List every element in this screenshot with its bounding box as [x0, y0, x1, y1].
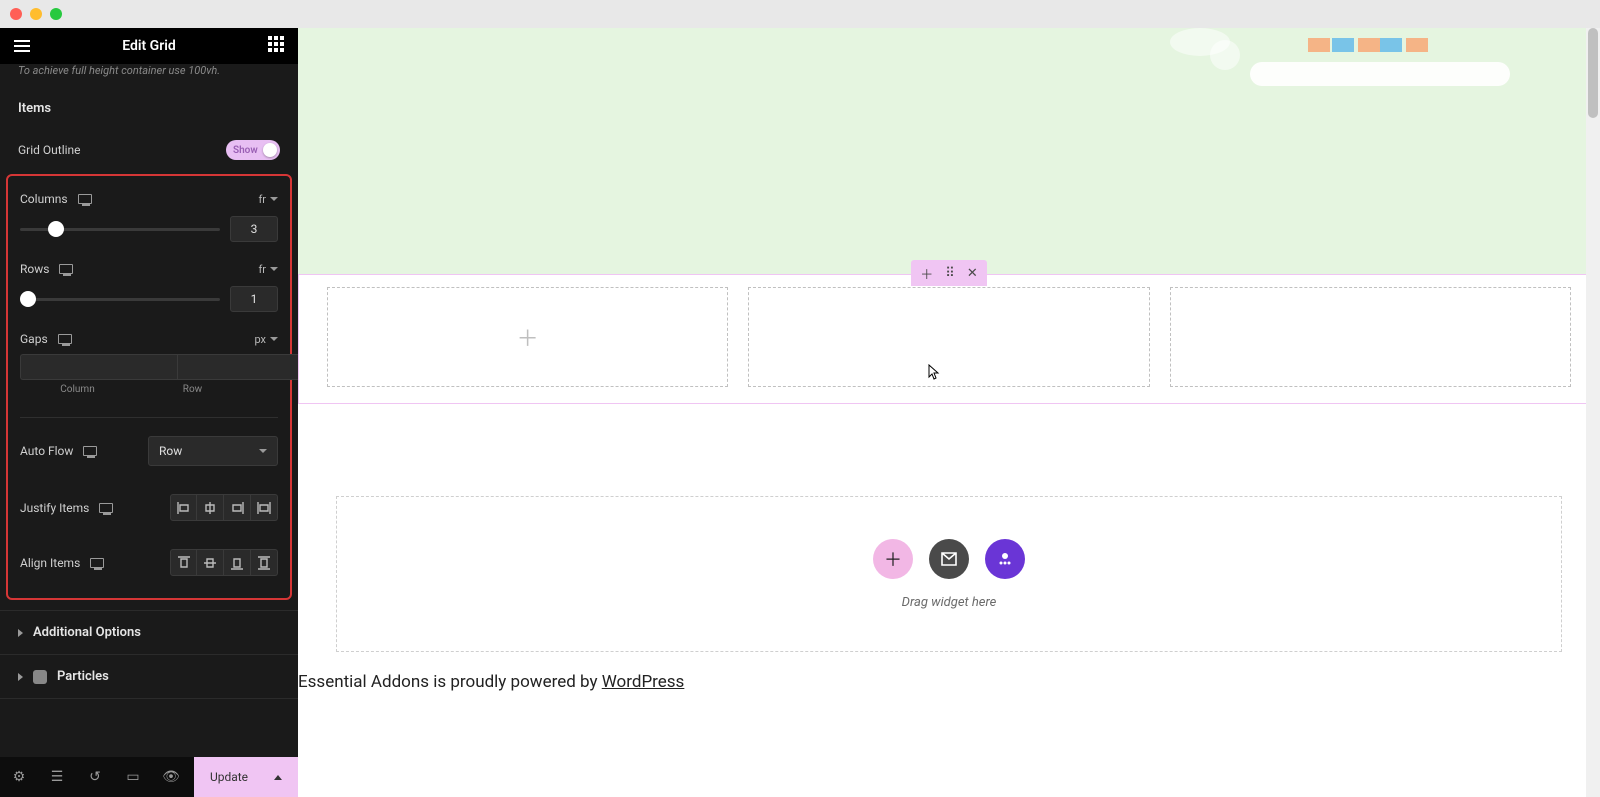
caret-right-icon — [18, 629, 23, 637]
window-max-dot[interactable] — [50, 8, 62, 20]
gap-col-sublabel: Column — [20, 384, 135, 395]
add-template-button[interactable] — [929, 539, 969, 579]
add-blocks-button[interactable] — [985, 539, 1025, 579]
justify-items-group — [170, 494, 278, 521]
drop-zone-text: Drag widget here — [902, 595, 997, 610]
history-icon[interactable]: ↺ — [76, 757, 114, 797]
scroll-thumb[interactable] — [1588, 28, 1598, 118]
height-hint: To achieve full height container use 100… — [0, 64, 298, 83]
accordion-additional-options[interactable]: Additional Options — [0, 610, 298, 654]
preview-icon[interactable]: 👁 — [152, 757, 190, 797]
device-icon[interactable] — [59, 264, 73, 274]
grid-cell[interactable] — [748, 287, 1149, 387]
panel-title: Edit Grid — [122, 38, 176, 54]
add-widget-icon[interactable]: ＋ — [517, 321, 539, 353]
chevron-up-icon — [274, 775, 282, 780]
gaps-unit-select[interactable]: px — [254, 333, 278, 346]
device-icon[interactable] — [78, 194, 92, 204]
columns-label: Columns — [20, 192, 68, 206]
autoflow-label: Auto Flow — [20, 444, 73, 458]
widgets-grid-icon[interactable] — [266, 36, 286, 56]
drop-zone[interactable]: ＋ Drag widget here — [336, 496, 1562, 652]
particles-icon — [33, 670, 47, 684]
device-icon[interactable] — [83, 446, 97, 456]
add-section-button[interactable]: ＋ — [873, 539, 913, 579]
editor-canvas: ＋ ⠿ ✕ ＋ ＋ Drag widget — [298, 28, 1600, 797]
caret-right-icon — [18, 673, 23, 681]
align-items-group — [170, 549, 278, 576]
device-icon[interactable] — [99, 503, 113, 513]
responsive-icon[interactable]: ▭ — [114, 757, 152, 797]
hero-illustration — [1190, 28, 1530, 108]
rows-slider[interactable] — [20, 298, 220, 301]
justify-label: Justify Items — [20, 501, 89, 515]
hero-section[interactable] — [298, 28, 1600, 274]
gap-row-input[interactable] — [177, 354, 298, 380]
justify-start-icon[interactable] — [170, 494, 197, 521]
rows-label: Rows — [20, 262, 49, 276]
grid-container[interactable]: ＋ ⠿ ✕ ＋ — [298, 274, 1600, 404]
grid-outline-toggle[interactable]: Show — [226, 140, 280, 160]
columns-input[interactable] — [230, 216, 278, 242]
device-icon[interactable] — [58, 334, 72, 344]
settings-icon[interactable]: ⚙ — [0, 757, 38, 797]
layout-controls-highlight: Columns fr Rows — [6, 174, 292, 600]
drag-section-icon[interactable]: ⠿ — [945, 266, 955, 281]
rows-input[interactable] — [230, 286, 278, 312]
delete-section-icon[interactable]: ✕ — [967, 266, 978, 281]
add-section-icon[interactable]: ＋ — [920, 264, 933, 283]
grid-outline-row: Grid Outline Show — [0, 130, 298, 170]
align-label: Align Items — [20, 556, 80, 570]
sidebar-footer: ⚙ ☰ ↺ ▭ 👁 Update — [0, 757, 298, 797]
footer-credit: Essential Addons is proudly powered by W… — [298, 662, 1600, 692]
align-end-icon[interactable] — [224, 549, 251, 576]
gap-row-sublabel: Row — [135, 384, 250, 395]
editor-sidebar: Edit Grid To achieve full height contain… — [0, 28, 298, 797]
columns-unit-select[interactable]: fr — [258, 193, 278, 206]
grid-cell[interactable]: ＋ — [327, 287, 728, 387]
wordpress-link[interactable]: WordPress — [602, 672, 685, 692]
items-section-label: Items — [0, 83, 298, 130]
columns-slider[interactable] — [20, 228, 220, 231]
window-close-dot[interactable] — [10, 8, 22, 20]
update-button[interactable]: Update — [194, 757, 298, 797]
gap-column-input[interactable] — [20, 354, 177, 380]
device-icon[interactable] — [90, 558, 104, 568]
window-min-dot[interactable] — [30, 8, 42, 20]
section-handle: ＋ ⠿ ✕ — [911, 260, 987, 286]
align-start-icon[interactable] — [170, 549, 197, 576]
grid-outline-label: Grid Outline — [18, 143, 81, 157]
align-stretch-icon[interactable] — [251, 549, 278, 576]
accordion-particles[interactable]: Particles — [0, 654, 298, 699]
toggle-show-label: Show — [233, 145, 258, 156]
autoflow-select[interactable]: Row — [148, 436, 278, 466]
rows-unit-select[interactable]: fr — [258, 263, 278, 276]
gaps-label: Gaps — [20, 332, 48, 346]
grid-cell[interactable] — [1170, 287, 1571, 387]
justify-end-icon[interactable] — [224, 494, 251, 521]
navigator-icon[interactable]: ☰ — [38, 757, 76, 797]
scrollbar[interactable] — [1586, 28, 1600, 797]
justify-center-icon[interactable] — [197, 494, 224, 521]
window-chrome — [0, 0, 1600, 28]
menu-icon[interactable] — [12, 36, 32, 56]
justify-stretch-icon[interactable] — [251, 494, 278, 521]
align-center-icon[interactable] — [197, 549, 224, 576]
sidebar-header: Edit Grid — [0, 28, 298, 64]
